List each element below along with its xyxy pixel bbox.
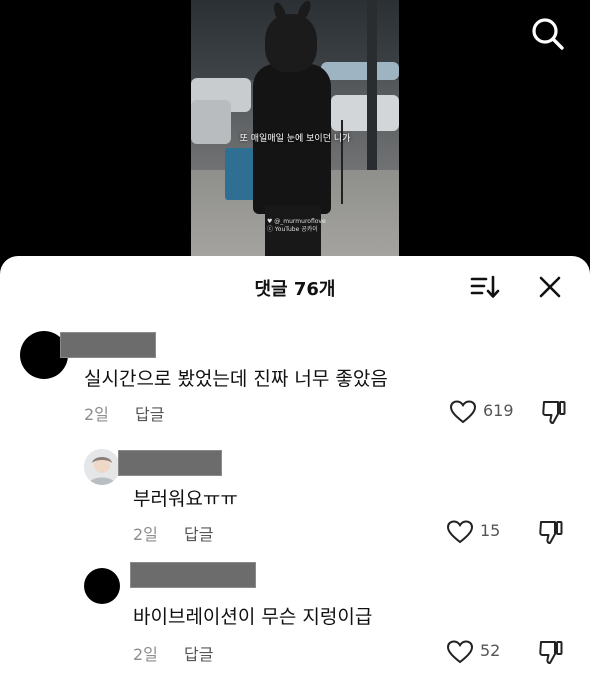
avatar[interactable] xyxy=(84,568,120,604)
close-button[interactable] xyxy=(538,275,562,299)
like-count: 15 xyxy=(480,521,501,540)
like-count: 52 xyxy=(480,641,501,660)
avatar-photo-icon xyxy=(84,449,120,485)
comments-count-title: 댓글 76개 xyxy=(254,279,336,300)
video-player[interactable]: 또 매일매일 눈에 보이던 니가 ♥ @_murmuroflove ⓒ YouT… xyxy=(0,0,590,270)
video-person-mask xyxy=(265,14,317,72)
comments-header: 댓글 76개 xyxy=(0,256,590,314)
heart-icon xyxy=(446,520,474,544)
comment-item: 부러워요ㅠㅠ 2일 답글 15 xyxy=(0,446,590,556)
heart-icon xyxy=(449,400,477,424)
reply-button[interactable]: 답글 xyxy=(184,521,213,545)
video-pole xyxy=(367,0,377,170)
avatar[interactable] xyxy=(84,449,120,485)
comment-item: 바이브레이션이 무슨 지렁이급 2일 답글 52 xyxy=(0,562,590,680)
comments-sheet: 댓글 76개 실시간으로 봤었는데 진짜 너무 좋았음 2일 답글 619 부러… xyxy=(0,256,590,680)
comment-time: 2일 xyxy=(84,405,109,424)
comment-item: 실시간으로 봤었는데 진짜 너무 좋았음 2일 답글 619 xyxy=(0,326,590,436)
sort-button[interactable] xyxy=(470,273,500,301)
comment-time: 2일 xyxy=(133,645,158,664)
video-watermark-handle: ♥ @_murmuroflove xyxy=(267,218,326,225)
video-bus xyxy=(321,62,399,80)
like-button[interactable] xyxy=(446,520,474,544)
comment-text: 부러워요ㅠㅠ xyxy=(133,488,238,510)
dislike-button[interactable] xyxy=(538,639,564,665)
reply-button[interactable]: 답글 xyxy=(135,401,164,425)
video-frame[interactable]: 또 매일매일 눈에 보이던 니가 ♥ @_murmuroflove ⓒ YouT… xyxy=(191,0,399,256)
comment-time: 2일 xyxy=(133,525,158,544)
thumbs-down-icon xyxy=(539,641,563,664)
like-button[interactable] xyxy=(449,400,477,424)
like-count: 619 xyxy=(483,401,514,420)
search-icon xyxy=(532,18,564,50)
comment-text: 바이브레이션이 무슨 지렁이급 xyxy=(133,606,373,628)
thumbs-down-icon xyxy=(542,401,566,424)
heart-icon xyxy=(446,640,474,664)
comment-text: 실시간으로 봤었는데 진짜 너무 좋았음 xyxy=(84,368,388,390)
redacted-username xyxy=(60,332,156,358)
dislike-button[interactable] xyxy=(541,399,567,425)
sort-descending-icon xyxy=(470,275,500,298)
search-button[interactable] xyxy=(530,16,566,52)
video-watermark-source: ⓒ YouTube 공카이 xyxy=(267,226,318,233)
video-watermark: ♥ @_murmuroflove ⓒ YouTube 공카이 xyxy=(267,218,326,234)
reply-button[interactable]: 답글 xyxy=(184,641,213,665)
video-caption: 또 매일매일 눈에 보이던 니가 xyxy=(239,134,351,144)
close-icon xyxy=(539,276,561,298)
thumbs-down-icon xyxy=(539,521,563,544)
redacted-username xyxy=(118,450,222,476)
dislike-button[interactable] xyxy=(538,519,564,545)
like-button[interactable] xyxy=(446,640,474,664)
redacted-username xyxy=(130,562,256,588)
